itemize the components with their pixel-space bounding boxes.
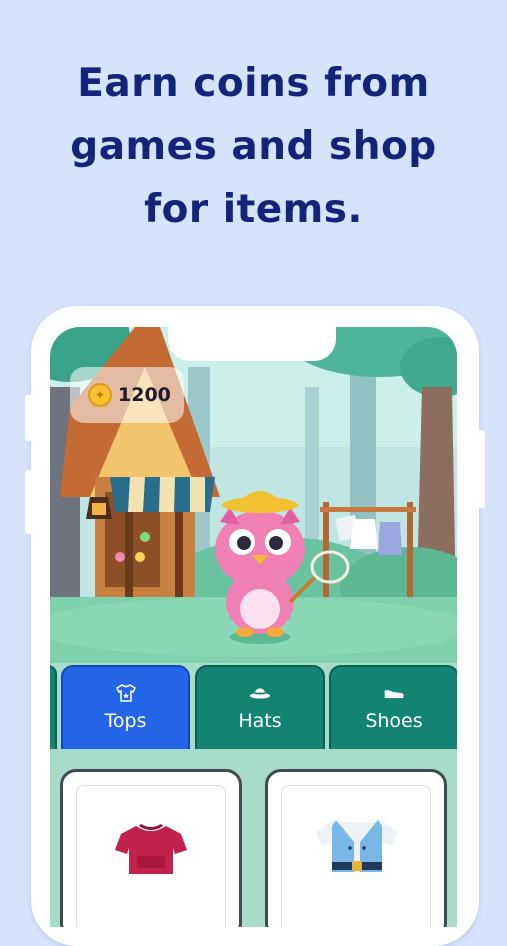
- headline-line-1: Earn coins from: [77, 61, 430, 106]
- phone-notch: [168, 327, 336, 361]
- coin-icon: ✦: [88, 383, 112, 407]
- red-top-icon: [115, 824, 187, 874]
- coin-balance: ✦ 1200: [70, 367, 184, 423]
- tab-label: Shoes: [365, 710, 423, 732]
- item-card[interactable]: [265, 769, 447, 927]
- coin-count: 1200: [118, 384, 171, 406]
- headline-line-3: for items.: [144, 187, 363, 232]
- tab-shoes[interactable]: Shoes: [329, 665, 457, 751]
- tab-hats[interactable]: Hats: [195, 665, 325, 751]
- phone-side-button: [477, 430, 485, 508]
- tab-edge[interactable]: [50, 665, 57, 751]
- tab-label: Tops: [104, 710, 147, 732]
- phone-side-button: [25, 470, 33, 534]
- headline-line-2: games and shop: [70, 124, 437, 169]
- item-card[interactable]: [60, 769, 242, 927]
- vest-icon: [316, 820, 398, 872]
- shoe-icon: [383, 684, 405, 702]
- shirt-icon: [115, 684, 137, 702]
- item-grid: [50, 749, 457, 927]
- hat-icon: [249, 684, 271, 702]
- app-screen: ✦ 1200 Tops Hats Shoes: [50, 327, 457, 927]
- headline: Earn coins from games and shop for items…: [0, 52, 507, 241]
- phone-side-button: [25, 395, 33, 441]
- tab-tops[interactable]: Tops: [61, 665, 190, 751]
- tab-label: Hats: [238, 710, 282, 732]
- category-tabs: Tops Hats Shoes: [50, 663, 457, 751]
